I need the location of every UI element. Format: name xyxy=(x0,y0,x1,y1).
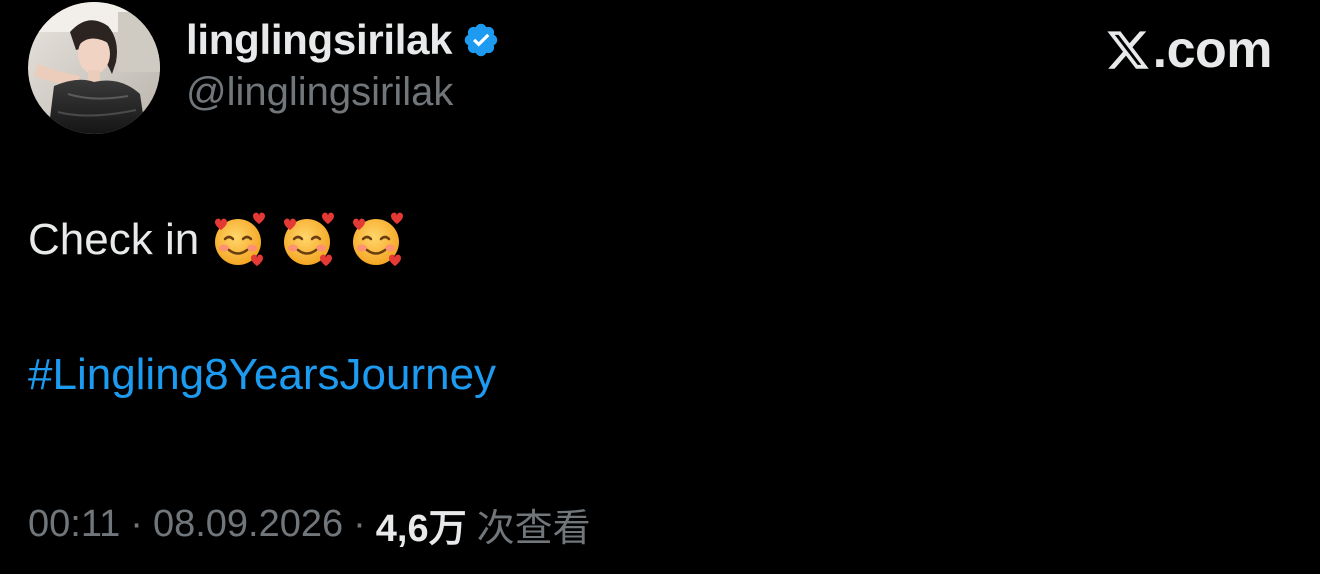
x-logo-icon xyxy=(1105,27,1151,73)
verified-badge-icon xyxy=(462,21,500,59)
tweet-meta: 00:11 · 08.09.2026 · 4,6万 次查看 xyxy=(28,496,591,552)
tweet-body-line: Check in xyxy=(28,208,406,272)
meta-separator: · xyxy=(353,502,366,545)
views-label: 次查看 xyxy=(476,507,591,550)
smiling-face-with-hearts-icon xyxy=(346,210,406,270)
author-handle[interactable]: @linglingsirilak xyxy=(186,70,453,115)
tweet-text: Check in xyxy=(28,215,200,264)
x-brand-watermark: .com xyxy=(1105,20,1273,80)
author-name-row: linglingsirilak xyxy=(186,14,500,66)
meta-separator: · xyxy=(130,502,143,545)
display-name[interactable]: linglingsirilak xyxy=(186,16,453,64)
avatar[interactable] xyxy=(28,2,160,134)
brand-domain-text: .com xyxy=(1152,21,1273,79)
tweet-date[interactable]: 08.09.2026 xyxy=(153,503,343,546)
smiling-face-with-hearts-icon xyxy=(208,210,268,270)
hashtag-link[interactable]: #Lingling8YearsJourney xyxy=(28,350,496,400)
tweet-time[interactable]: 00:11 xyxy=(28,503,120,546)
views-count[interactable]: 4,6万 xyxy=(376,497,467,552)
avatar-photo-icon xyxy=(28,2,160,134)
smiling-face-with-hearts-icon xyxy=(277,210,337,270)
